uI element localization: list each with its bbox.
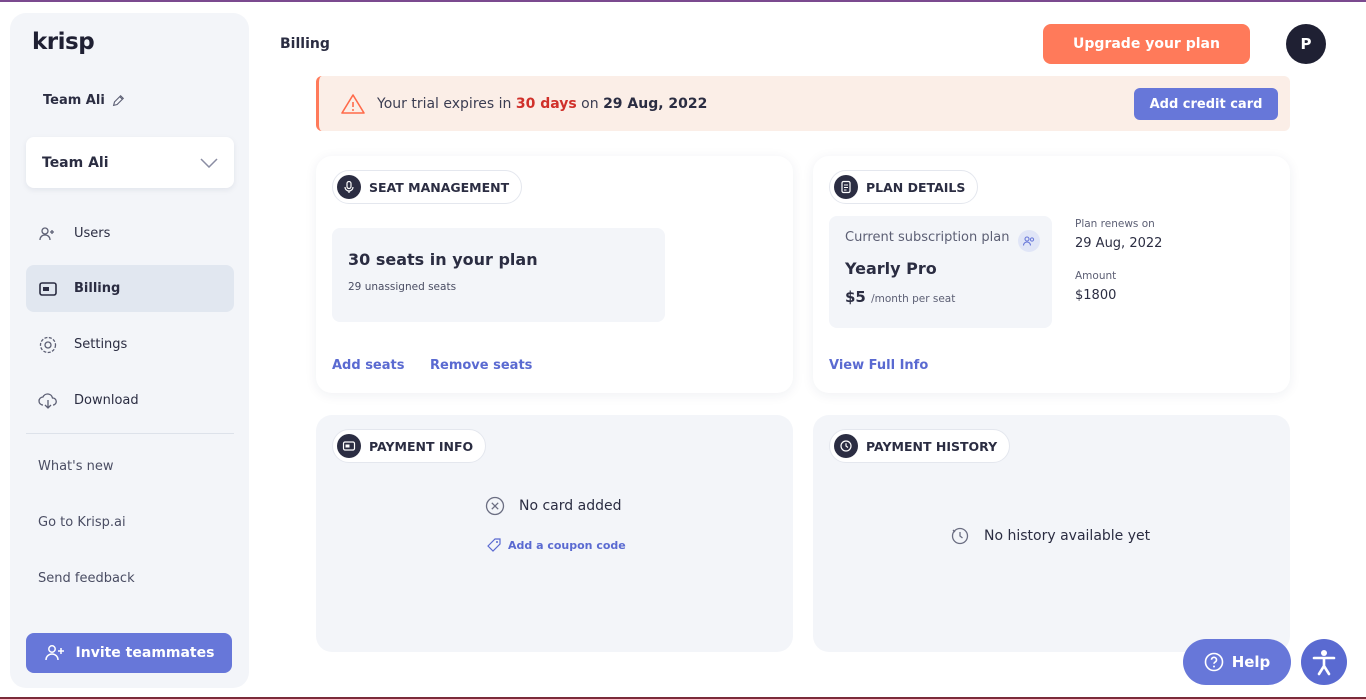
go-to-krisp-link[interactable]: Go to Krisp.ai — [38, 515, 126, 530]
unassigned-seats: 29 unassigned seats — [348, 281, 457, 293]
accessibility-button[interactable] — [1301, 639, 1347, 685]
seats-count: 30 seats in your plan — [348, 250, 538, 269]
trial-days: 30 days — [515, 95, 577, 112]
amount-label: Amount — [1075, 270, 1117, 282]
warning-icon — [341, 93, 365, 114]
amount-value: $1800 — [1075, 288, 1117, 303]
add-credit-card-button[interactable]: Add credit card — [1134, 88, 1278, 120]
payment-history-header: PAYMENT HISTORY — [829, 429, 1011, 463]
krisp-logo[interactable]: krisp — [32, 29, 95, 55]
sidebar-item-label: Users — [74, 226, 111, 241]
add-coupon-link[interactable]: Add a coupon code — [486, 537, 626, 553]
price-value: $5 — [845, 288, 866, 306]
team-icon — [1018, 230, 1040, 252]
help-label: Help — [1231, 653, 1271, 671]
plan-details-header: PLAN DETAILS — [829, 170, 979, 204]
sidebar-divider — [26, 433, 234, 434]
question-circle-icon — [1204, 652, 1223, 672]
accessibility-icon — [1312, 650, 1336, 676]
amount-info: Amount $1800 — [1075, 270, 1116, 303]
renews-date: 29 Aug, 2022 — [1075, 236, 1163, 251]
payment-info-header: PAYMENT INFO — [332, 429, 487, 463]
trial-text-on: on — [581, 95, 599, 112]
document-icon — [834, 175, 858, 199]
payment-info-card: PAYMENT INFO No card added Add a coupon … — [316, 415, 793, 652]
microphone-icon — [337, 175, 361, 199]
add-coupon-label: Add a coupon code — [508, 538, 626, 552]
no-card-text: No card added — [519, 498, 622, 514]
plan-details-title: PLAN DETAILS — [866, 179, 966, 195]
users-icon — [39, 226, 54, 240]
plan-name: Yearly Pro — [845, 259, 937, 278]
card-icon — [337, 434, 361, 458]
subscription-plan-box: Current subscription plan Yearly Pro $5 … — [829, 216, 1052, 328]
help-button[interactable]: Help — [1183, 639, 1291, 685]
whats-new-link[interactable]: What's new — [38, 459, 114, 474]
no-history-message: No history available yet — [950, 526, 1150, 546]
history-icon — [834, 434, 858, 458]
invite-teammates-button[interactable]: Invite teammates — [26, 633, 232, 673]
sidebar-item-users[interactable]: Users — [26, 210, 234, 257]
page-title: Billing — [280, 36, 330, 52]
view-full-info-link[interactable]: View Full Info — [829, 358, 928, 373]
payment-history-title: PAYMENT HISTORY — [866, 438, 998, 454]
tag-icon — [487, 538, 501, 552]
card-icon — [39, 281, 57, 296]
team-select[interactable]: Team Ali — [26, 137, 234, 188]
sidebar-item-billing[interactable]: Billing — [26, 265, 234, 312]
plan-price: $5 /month per seat — [845, 288, 1036, 306]
remove-seats-link[interactable]: Remove seats — [430, 358, 532, 373]
invite-teammates-label: Invite teammates — [75, 645, 215, 661]
pencil-icon[interactable] — [111, 94, 125, 108]
chevron-down-icon — [200, 157, 218, 168]
team-select-value: Team Ali — [42, 154, 109, 171]
team-name-text: Team Ali — [43, 93, 105, 108]
no-history-text: No history available yet — [984, 528, 1151, 544]
sidebar-item-label: Settings — [74, 337, 128, 352]
sidebar-item-label: Billing — [74, 281, 121, 296]
trial-date: 29 Aug, 2022 — [603, 95, 708, 112]
seat-management-header: SEAT MANAGEMENT — [332, 170, 523, 204]
renewal-info: Plan renews on 29 Aug, 2022 — [1075, 218, 1162, 251]
cloud-download-icon — [38, 392, 57, 409]
price-unit: /month per seat — [871, 293, 956, 305]
sidebar-item-settings[interactable]: Settings — [26, 321, 234, 368]
send-feedback-link[interactable]: Send feedback — [38, 571, 135, 586]
avatar[interactable]: P — [1286, 24, 1326, 64]
history-empty-icon — [951, 527, 969, 545]
trial-text-before: Your trial expires in — [377, 95, 512, 112]
seat-management-title: SEAT MANAGEMENT — [369, 179, 510, 195]
no-card-message: No card added — [485, 496, 621, 516]
team-name-label: Team Ali — [43, 93, 125, 108]
upgrade-plan-button[interactable]: Upgrade your plan — [1043, 24, 1250, 64]
payment-history-card: PAYMENT HISTORY No history available yet — [813, 415, 1290, 652]
close-circle-icon — [485, 496, 505, 516]
add-user-icon — [44, 645, 64, 661]
trial-banner: Your trial expires in 30 days on 29 Aug,… — [316, 76, 1290, 131]
sidebar: krisp Team Ali Team Ali Users Billing Se… — [10, 13, 249, 688]
seat-summary: 30 seats in your plan 29 unassigned seat… — [332, 228, 665, 322]
plan-details-card: PLAN DETAILS Current subscription plan Y… — [813, 156, 1290, 393]
sidebar-item-download[interactable]: Download — [26, 377, 234, 424]
gear-icon — [39, 336, 57, 353]
current-plan-label: Current subscription plan — [845, 230, 1010, 245]
payment-info-title: PAYMENT INFO — [369, 438, 474, 454]
renews-label: Plan renews on — [1075, 218, 1155, 230]
add-seats-link[interactable]: Add seats — [332, 358, 404, 373]
sidebar-item-label: Download — [74, 393, 139, 408]
seat-management-card: SEAT MANAGEMENT 30 seats in your plan 29… — [316, 156, 793, 393]
trial-message: Your trial expires in 30 days on 29 Aug,… — [377, 96, 707, 112]
